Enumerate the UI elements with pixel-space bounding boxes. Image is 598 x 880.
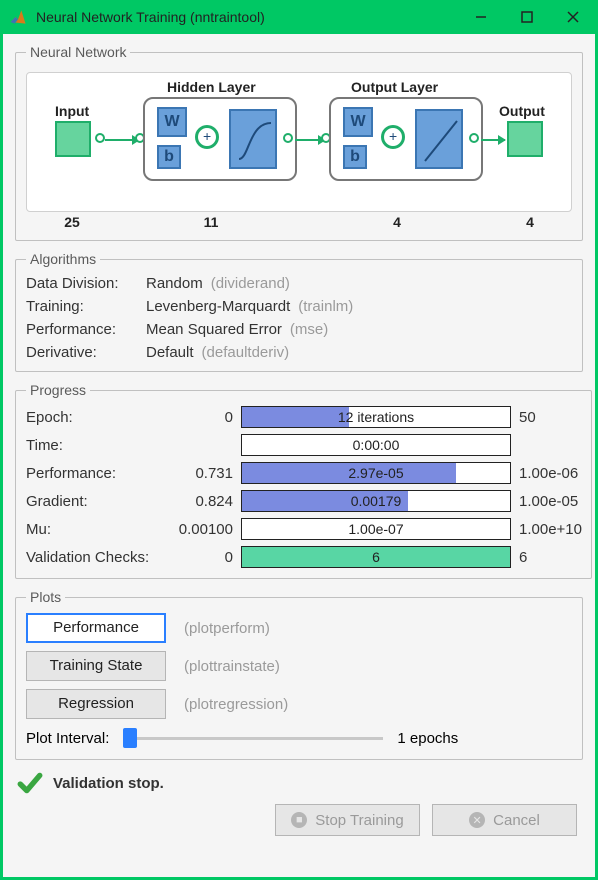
cancel-button[interactable]: ✕ Cancel <box>432 804 577 836</box>
progress-bar: 12 iterations <box>241 406 511 428</box>
network-diagram: Input Hidden Layer Output Layer Output W… <box>26 72 572 212</box>
plot-interval-slider[interactable] <box>123 727 383 749</box>
plot-interval-label: Plot Interval: <box>26 730 109 747</box>
progress-start: 0.731 <box>171 465 241 482</box>
w-block: W <box>157 107 187 137</box>
plus-icon: + <box>389 128 397 144</box>
progress-start: 0 <box>171 549 241 566</box>
cancel-label: Cancel <box>493 812 540 829</box>
output-label: Output <box>499 103 545 119</box>
sigmoid-icon <box>231 111 279 171</box>
progress-bar: 6 <box>241 546 511 568</box>
progress-label: Mu: <box>26 521 171 538</box>
progress-bar: 0.00179 <box>241 490 511 512</box>
w-block: W <box>343 107 373 137</box>
plot-interval-value: 1 epochs <box>397 730 458 747</box>
minimize-button[interactable] <box>458 0 504 34</box>
algorithm-label: Performance: <box>26 321 146 338</box>
progress-label: Validation Checks: <box>26 549 171 566</box>
matlab-icon <box>8 7 28 27</box>
progress-start: 0.824 <box>171 493 241 510</box>
window-title: Neural Network Training (nntraintool) <box>36 9 458 25</box>
algorithm-value: Default(defaultderiv) <box>146 344 572 361</box>
algorithms-group: Algorithms Data Division:Random(dividera… <box>15 251 583 372</box>
plot-hint: (plottrainstate) <box>184 658 280 675</box>
b-block: b <box>157 145 181 169</box>
close-button[interactable] <box>550 0 596 34</box>
stop-training-button[interactable]: ■ Stop Training <box>275 804 420 836</box>
progress-bar: 2.97e-05 <box>241 462 511 484</box>
maximize-button[interactable] <box>504 0 550 34</box>
output-block <box>507 121 543 157</box>
neural-network-group: Neural Network Input Hidden Layer Output… <box>15 44 583 241</box>
plot-button[interactable]: Regression <box>26 689 166 719</box>
arrow <box>105 139 139 141</box>
algorithm-label: Data Division: <box>26 275 146 292</box>
plot-button[interactable]: Performance <box>26 613 166 643</box>
cancel-icon: ✕ <box>469 812 485 828</box>
status-row: Validation stop. <box>17 770 581 796</box>
progress-end: 1.00e-06 <box>511 465 581 482</box>
node-dot <box>283 133 293 143</box>
node-dot <box>95 133 105 143</box>
activation-block <box>229 109 277 169</box>
hidden-size: 11 <box>118 214 304 230</box>
progress-end: 6 <box>511 549 581 566</box>
progress-end: 1.00e+10 <box>511 521 581 538</box>
plots-heading: Plots <box>26 589 65 605</box>
diagram-size-labels: 25 11 4 4 <box>26 214 572 230</box>
check-icon <box>17 770 43 796</box>
output-size: 4 <box>490 214 570 230</box>
progress-start: 0.00100 <box>171 521 241 538</box>
node-dot <box>469 133 479 143</box>
stop-training-label: Stop Training <box>315 812 403 829</box>
linear-icon <box>417 111 465 171</box>
status-text: Validation stop. <box>53 775 164 792</box>
output-layer-size: 4 <box>304 214 490 230</box>
input-size: 25 <box>26 214 118 230</box>
plot-hint: (plotregression) <box>184 696 288 713</box>
activation-block <box>415 109 463 169</box>
algorithm-label: Training: <box>26 298 146 315</box>
stop-icon: ■ <box>291 812 307 828</box>
plot-button[interactable]: Training State <box>26 651 166 681</box>
progress-label: Time: <box>26 437 171 454</box>
progress-bar: 0:00:00 <box>241 434 511 456</box>
algorithm-value: Mean Squared Error(mse) <box>146 321 572 338</box>
input-block <box>55 121 91 157</box>
algorithms-heading: Algorithms <box>26 251 100 267</box>
title-bar: Neural Network Training (nntraintool) <box>0 0 598 34</box>
algorithm-value: Levenberg-Marquardt(trainlm) <box>146 298 572 315</box>
b-block: b <box>343 145 367 169</box>
progress-heading: Progress <box>26 382 90 398</box>
algorithm-label: Derivative: <box>26 344 146 361</box>
progress-label: Performance: <box>26 465 171 482</box>
plots-group: Plots Performance (plotperform) Training S… <box>15 589 583 760</box>
hidden-layer-label: Hidden Layer <box>167 79 256 95</box>
progress-end: 50 <box>511 409 581 426</box>
progress-label: Gradient: <box>26 493 171 510</box>
plus-icon: + <box>203 128 211 144</box>
arrow <box>481 139 505 141</box>
progress-start: 0 <box>171 409 241 426</box>
plot-hint: (plotperform) <box>184 620 270 637</box>
progress-group: Progress Epoch:012 iterations50Time:0:00… <box>15 382 592 579</box>
progress-label: Epoch: <box>26 409 171 426</box>
algorithm-value: Random(dividerand) <box>146 275 572 292</box>
progress-end: 1.00e-05 <box>511 493 581 510</box>
output-layer-label: Output Layer <box>351 79 438 95</box>
input-label: Input <box>55 103 89 119</box>
neural-network-heading: Neural Network <box>26 44 130 60</box>
progress-bar: 1.00e-07 <box>241 518 511 540</box>
